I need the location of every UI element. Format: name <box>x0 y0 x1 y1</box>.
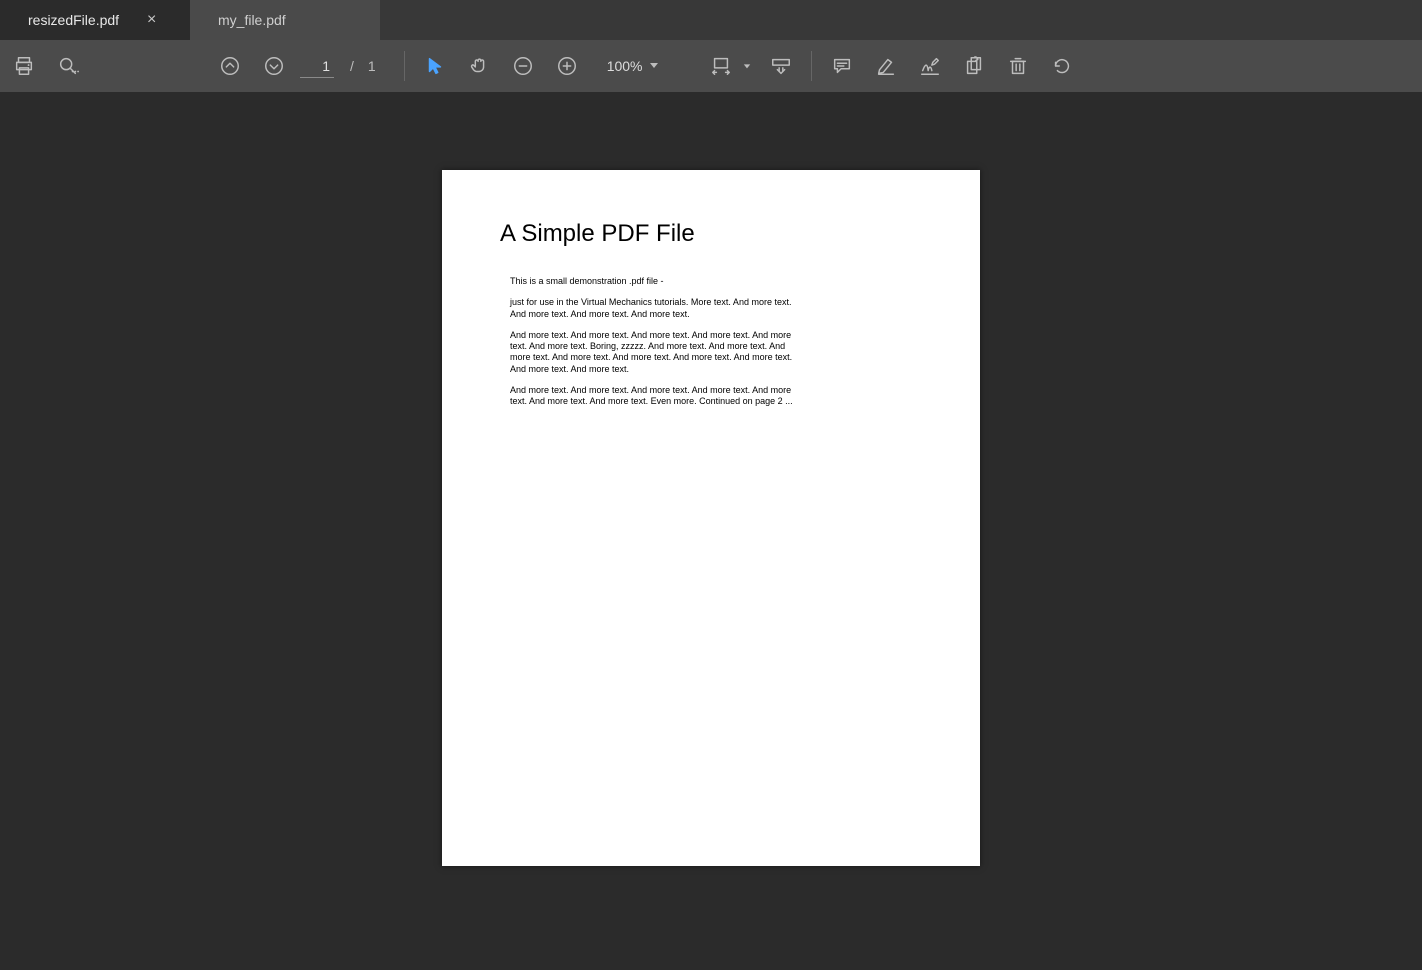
hand-tool-button[interactable] <box>461 48 497 84</box>
page-total: 1 <box>368 58 376 74</box>
pdf-page[interactable]: A Simple PDF File This is a small demons… <box>442 170 980 866</box>
separator <box>404 51 405 81</box>
document-paragraph: This is a small demonstration .pdf file … <box>500 276 800 287</box>
pointer-tool-button[interactable] <box>417 48 453 84</box>
sign-button[interactable] <box>912 48 948 84</box>
search-button[interactable] <box>50 48 86 84</box>
tab-bar: resizedFile.pdf × my_file.pdf × <box>0 0 1422 40</box>
document-paragraph: And more text. And more text. And more t… <box>500 385 800 408</box>
zoom-dropdown[interactable]: 100% <box>599 51 667 81</box>
tab-label: resizedFile.pdf <box>28 12 119 28</box>
page-down-button[interactable] <box>256 48 292 84</box>
document-paragraph: just for use in the Virtual Mechanics tu… <box>500 297 800 320</box>
chevron-down-icon[interactable] <box>743 57 751 75</box>
document-paragraph: And more text. And more text. And more t… <box>500 330 800 375</box>
tab-label: my_file.pdf <box>218 12 286 28</box>
zoom-value: 100% <box>607 58 643 74</box>
chevron-down-icon <box>649 57 659 75</box>
print-button[interactable] <box>6 48 42 84</box>
comment-button[interactable] <box>824 48 860 84</box>
tab-myfile[interactable]: my_file.pdf × <box>190 0 380 40</box>
rotate-pages-button[interactable] <box>956 48 992 84</box>
zoom-in-button[interactable] <box>549 48 585 84</box>
delete-button[interactable] <box>1000 48 1036 84</box>
zoom-out-button[interactable] <box>505 48 541 84</box>
document-title: A Simple PDF File <box>500 220 922 248</box>
separator <box>811 51 812 81</box>
page-number-input[interactable] <box>300 54 334 78</box>
fit-width-button[interactable] <box>703 48 739 84</box>
close-icon[interactable]: × <box>147 12 156 28</box>
read-mode-button[interactable] <box>763 48 799 84</box>
tab-resizedfile[interactable]: resizedFile.pdf × <box>0 0 190 40</box>
highlight-button[interactable] <box>868 48 904 84</box>
document-viewport[interactable]: A Simple PDF File This is a small demons… <box>0 92 1422 970</box>
toolbar: / 1 100% <box>0 40 1422 92</box>
rotate-view-button[interactable] <box>1044 48 1080 84</box>
page-separator: / <box>350 58 354 74</box>
page-up-button[interactable] <box>212 48 248 84</box>
